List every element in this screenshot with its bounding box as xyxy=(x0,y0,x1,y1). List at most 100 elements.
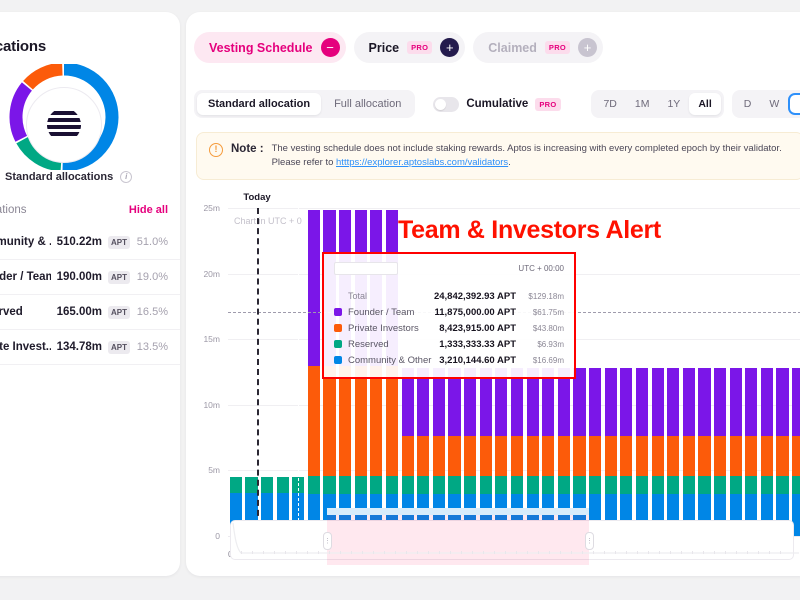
tooltip-series-rows: Founder / Team11,875,000.00 APT$61.75mPr… xyxy=(334,304,564,368)
brush-tick xyxy=(406,551,407,554)
brush-selection-top-bar xyxy=(327,508,589,515)
metric-pill-claimed[interactable]: ClaimedPRO+ xyxy=(473,32,603,63)
bar-segment xyxy=(667,368,679,436)
brush-tick xyxy=(395,551,396,554)
metric-pill-vesting-schedule[interactable]: Vesting Schedule− xyxy=(194,32,346,63)
allocation-mode-standard-allocation[interactable]: Standard allocation xyxy=(197,93,321,115)
chart-bar[interactable] xyxy=(620,368,632,536)
cumulative-toggle[interactable] xyxy=(433,97,459,112)
info-icon[interactable]: i xyxy=(120,171,132,183)
metric-pill-price[interactable]: PricePRO+ xyxy=(354,32,466,63)
allocation-donut-chart xyxy=(0,64,128,170)
tooltip-row: Private Investors8,423,915.00 APT$43.80m xyxy=(334,320,564,336)
bar-segment xyxy=(573,476,585,493)
bar-segment xyxy=(527,476,539,493)
bar-segment xyxy=(620,436,632,477)
bar-segment xyxy=(620,476,632,493)
remove-metric-icon[interactable]: − xyxy=(321,38,340,57)
allocation-name: Private Invest... xyxy=(0,341,51,353)
donut-segment-2[interactable] xyxy=(16,87,27,139)
bar-segment xyxy=(417,476,429,493)
chart-tooltip: UTC + 00:00 Total 24,842,392.93 APT $129… xyxy=(322,252,576,379)
bar-segment xyxy=(792,436,800,477)
brush-tick xyxy=(681,551,682,554)
chart-bar[interactable] xyxy=(652,368,664,536)
brush-tick xyxy=(384,551,385,554)
chart-bar[interactable] xyxy=(636,368,648,536)
range-preset-7d[interactable]: 7D xyxy=(594,93,625,115)
bar-segment xyxy=(230,477,242,493)
warning-icon: ! xyxy=(209,143,223,157)
tooltip-series-value: 8,423,915.00 APT xyxy=(439,323,516,334)
bar-segment xyxy=(776,436,788,477)
bar-segment xyxy=(542,476,554,493)
brush-tick xyxy=(538,551,539,554)
allocation-row[interactable]: Private Invest...134.78mAPT13.5% xyxy=(0,330,180,365)
brush-tick xyxy=(725,551,726,554)
tooltip-series-color-dot xyxy=(334,340,342,348)
validators-link[interactable]: htttps://explorer.aptoslabs.com/validato… xyxy=(336,157,508,168)
chart-bar[interactable] xyxy=(714,368,726,536)
allocation-row[interactable]: Community & ...510.22mAPT51.0% xyxy=(0,225,180,260)
pro-badge: PRO xyxy=(545,41,570,54)
range-brush[interactable]: ⋮ ⋮ xyxy=(230,520,794,560)
chart-bar[interactable] xyxy=(761,368,773,536)
donut-segment-3[interactable] xyxy=(28,69,62,85)
granularity-w[interactable]: W xyxy=(760,93,788,115)
bar-segment xyxy=(636,476,648,493)
bar-segment xyxy=(480,476,492,493)
chart-bar[interactable] xyxy=(667,368,679,536)
granularity-d[interactable]: D xyxy=(735,93,761,115)
range-preset-1m[interactable]: 1M xyxy=(626,93,659,115)
chart-bar[interactable] xyxy=(792,368,800,536)
bar-segment xyxy=(698,436,710,477)
y-axis-tick-label: 5m xyxy=(194,465,220,475)
chart-bar[interactable] xyxy=(589,368,601,536)
brush-tick xyxy=(703,551,704,554)
allocation-row[interactable]: Reserved165.00mAPT16.5% xyxy=(0,295,180,330)
hover-cursor-line xyxy=(298,208,299,536)
brush-tick xyxy=(461,551,462,554)
tooltip-series-color-dot xyxy=(334,356,342,364)
brush-left-handle[interactable]: ⋮ xyxy=(323,532,332,550)
y-axis-tick-label: 10m xyxy=(194,400,220,410)
today-marker-line xyxy=(257,208,259,536)
bar-segment xyxy=(495,476,507,493)
allocations-list: Community & ...510.22mAPT51.0%Founder / … xyxy=(0,225,180,365)
brush-right-handle[interactable]: ⋮ xyxy=(585,532,594,550)
brush-tick xyxy=(593,551,594,554)
brush-tick xyxy=(318,551,319,554)
allocations-sidebar: ...ocations xyxy=(0,12,180,576)
add-metric-icon[interactable]: + xyxy=(578,38,597,57)
tooltip-utc-label: UTC + 00:00 xyxy=(518,264,564,273)
cumulative-toggle-row[interactable]: Cumulative PRO xyxy=(433,97,560,112)
range-preset-all[interactable]: All xyxy=(689,93,720,115)
chart-bar[interactable] xyxy=(683,368,695,536)
bar-segment xyxy=(730,476,742,493)
standard-allocations-toggle-row[interactable]: Standard allocations i xyxy=(0,169,132,185)
allocation-row[interactable]: Founder / Team190.00mAPT19.0% xyxy=(0,260,180,295)
brush-tick xyxy=(241,551,242,554)
chart-bar[interactable] xyxy=(698,368,710,536)
chart-bar[interactable] xyxy=(605,368,617,536)
bar-segment xyxy=(542,436,554,477)
chart-bar[interactable] xyxy=(776,368,788,536)
bar-segment xyxy=(277,477,289,493)
hide-all-button[interactable]: Hide all xyxy=(129,204,168,216)
chart-bar[interactable] xyxy=(308,210,320,536)
tooltip-series-name: Private Investors xyxy=(348,323,433,334)
allocation-mode-full-allocation[interactable]: Full allocation xyxy=(323,93,412,115)
add-metric-icon[interactable]: + xyxy=(440,38,459,57)
granularity-m[interactable]: M xyxy=(788,93,800,115)
tooltip-series-value: 11,875,000.00 APT xyxy=(434,307,516,318)
chart-bar[interactable] xyxy=(745,368,757,536)
allocation-unit-badge: APT xyxy=(108,341,130,354)
bar-segment xyxy=(589,368,601,436)
chart-bar[interactable] xyxy=(730,368,742,536)
brush-tick xyxy=(252,551,253,554)
brush-tick xyxy=(439,551,440,554)
allocation-name: Community & ... xyxy=(0,236,51,248)
bar-segment xyxy=(245,477,257,493)
bar-segment xyxy=(589,476,601,493)
range-preset-1y[interactable]: 1Y xyxy=(658,93,689,115)
